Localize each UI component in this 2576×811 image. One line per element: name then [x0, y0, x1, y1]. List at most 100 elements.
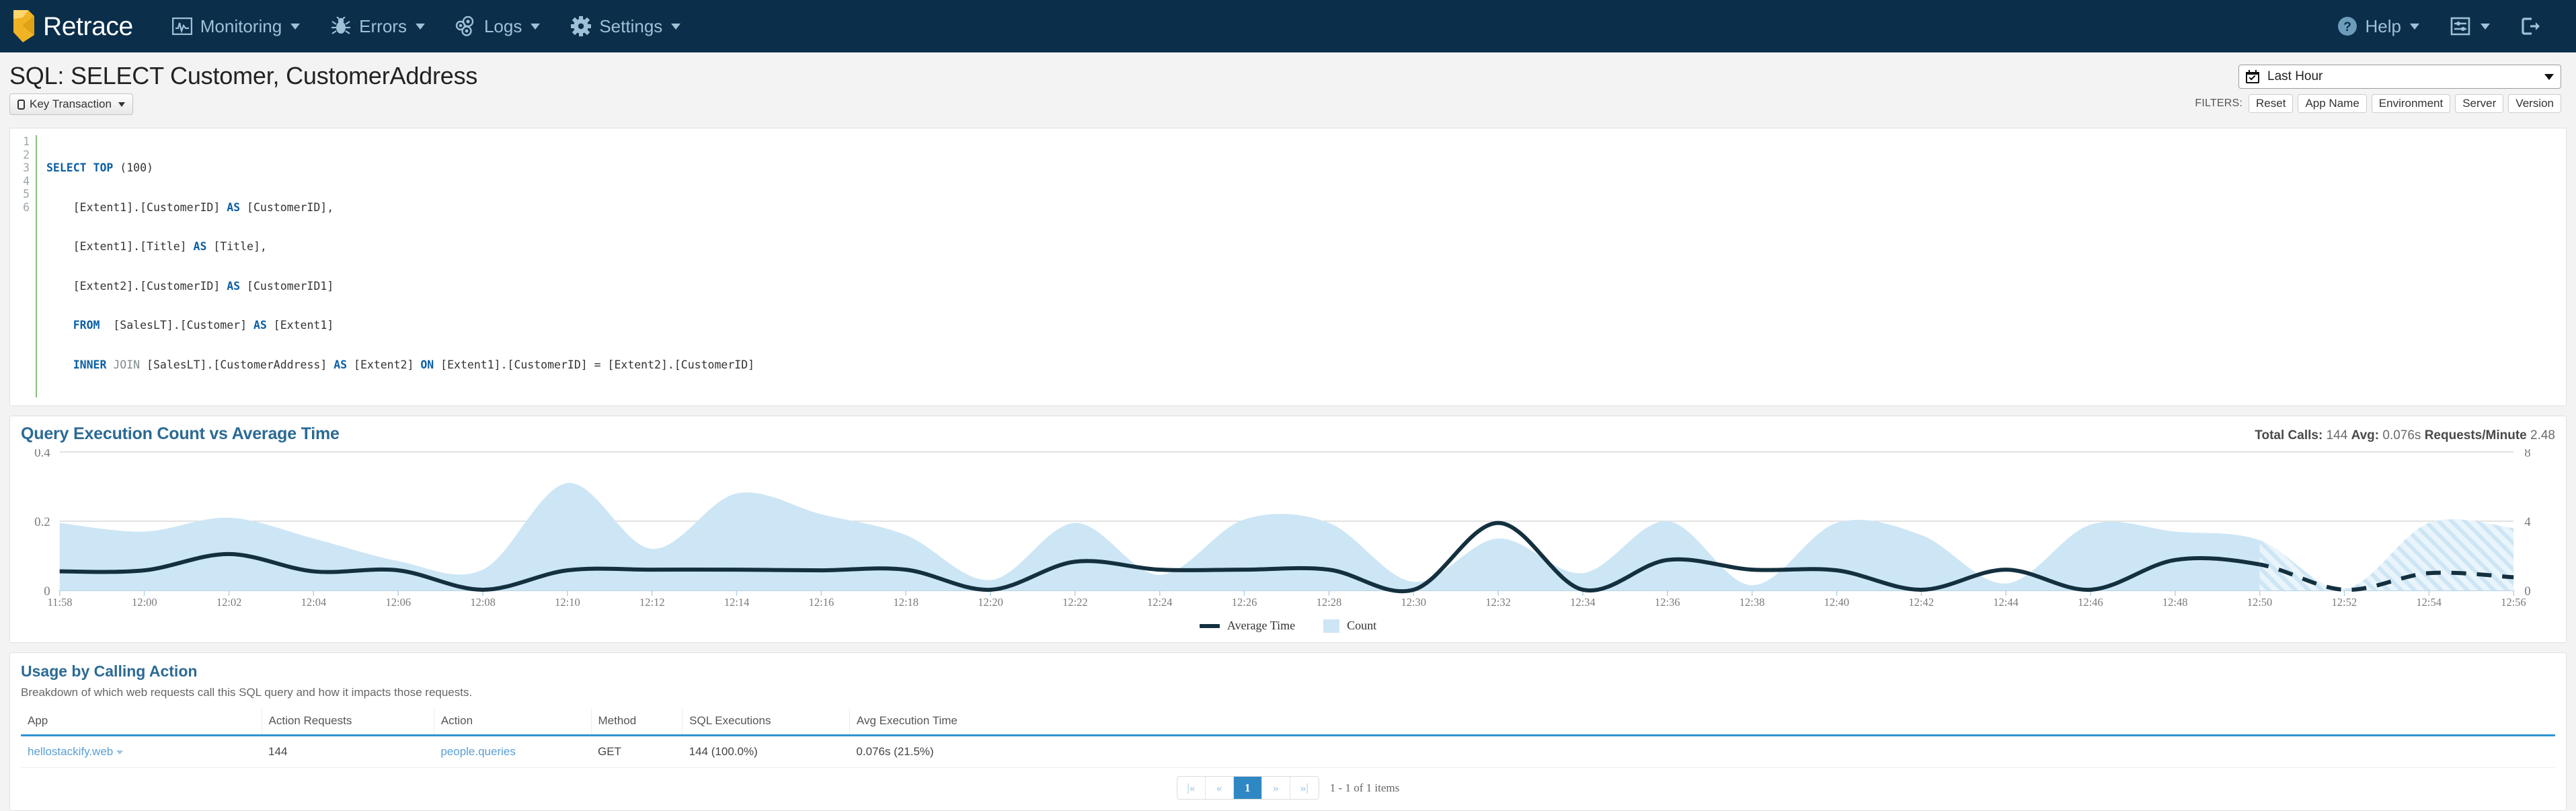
x-axis-tick-label: 12:22	[1062, 596, 1088, 609]
chevron-down-icon	[531, 23, 541, 30]
x-axis-tick-label: 12:00	[132, 596, 157, 609]
time-range-select[interactable]: Last Hour	[2238, 65, 2561, 89]
sql-line: FROM [SalesLT].[Customer] AS [Extent1]	[73, 319, 334, 332]
column-header-sql-executions[interactable]: SQL Executions	[682, 709, 850, 736]
x-axis-tick-label: 12:32	[1485, 596, 1511, 609]
sql-line: [Extent2].[CustomerID] AS [CustomerID1]	[46, 279, 334, 293]
chevron-down-icon	[290, 23, 301, 30]
nav-item-monitoring[interactable]: Monitoring	[156, 8, 315, 44]
secondary-nav: ? Help	[2321, 8, 2557, 44]
cell-avg-execution-time: 0.076s (21.5%)	[849, 735, 2555, 768]
nav-item-monitoring-label: Monitoring	[200, 15, 282, 36]
x-axis-tick-label: 12:44	[1993, 596, 2019, 609]
x-axis-tick-label: 12:08	[470, 596, 496, 609]
pagination-prev-button[interactable]: «	[1205, 777, 1234, 799]
brand-logo[interactable]: Retrace	[12, 9, 133, 43]
filter-reset-button[interactable]: Reset	[2249, 94, 2294, 113]
x-axis-tick-label: 12:38	[1739, 596, 1765, 609]
chart-summary-stats: Total Calls: 144 Avg: 0.076s Requests/Mi…	[2255, 428, 2555, 443]
nav-item-logs-label: Logs	[483, 15, 522, 36]
avg-value: 0.076s	[2382, 428, 2421, 442]
x-axis-tick-label: 12:02	[216, 596, 242, 609]
usage-table: App Action Requests Action Method SQL Ex…	[21, 709, 2555, 768]
nav-item-settings[interactable]: Settings	[555, 8, 695, 44]
x-axis-tick-label: 12:52	[2331, 596, 2357, 609]
nav-item-logout[interactable]	[2505, 8, 2557, 44]
column-header-app[interactable]: App	[21, 709, 262, 736]
app-link[interactable]: hellostackify.web	[28, 745, 113, 758]
count-area-actual	[59, 483, 2260, 590]
filter-environment-button[interactable]: Environment	[2371, 94, 2451, 113]
sliders-icon	[2449, 15, 2472, 38]
x-axis-tick-label: 12:30	[1401, 596, 1427, 609]
key-transaction-button[interactable]: Key Transaction	[9, 93, 133, 116]
primary-nav: Monitoring Errors Logs Settings	[156, 8, 696, 44]
x-axis-tick-label: 12:10	[555, 596, 580, 609]
retrace-logo-icon	[12, 9, 35, 43]
y-axis-left-tick-label: 0.4	[34, 449, 50, 460]
usage-by-calling-action-card: Usage by Calling Action Breakdown of whi…	[9, 652, 2567, 811]
column-header-action[interactable]: Action	[433, 709, 591, 736]
pagination-last-button[interactable]: »|	[1290, 777, 1319, 799]
nav-item-logs[interactable]: Logs	[440, 8, 555, 44]
chevron-down-icon[interactable]	[116, 750, 124, 755]
chart-title: Query Execution Count vs Average Time	[21, 424, 340, 443]
total-calls-value: 144	[2326, 428, 2348, 442]
chart-header: Query Execution Count vs Average Time To…	[21, 424, 2555, 444]
y-axis-right-tick-label: 4	[2524, 515, 2531, 529]
chart-legend: Average Time Count	[21, 619, 2555, 635]
chevron-down-icon	[2481, 23, 2490, 30]
x-axis-tick-label: 12:12	[639, 596, 665, 609]
question-circle-icon: ?	[2336, 15, 2359, 38]
nav-item-errors-label: Errors	[359, 15, 407, 36]
x-axis-tick-label: 12:56	[2501, 596, 2526, 609]
x-axis-tick-label: 12:40	[1824, 596, 1850, 609]
column-header-action-requests[interactable]: Action Requests	[261, 709, 434, 736]
filter-server-button[interactable]: Server	[2455, 94, 2504, 113]
sql-line: [Extent1].[CustomerID] AS [CustomerID],	[46, 200, 334, 214]
x-axis-tick-label: 12:36	[1654, 596, 1680, 609]
avg-label: Avg:	[2351, 428, 2380, 442]
x-axis-tick-label: 12:28	[1316, 596, 1342, 609]
line-number: 1	[23, 135, 30, 148]
table-row: hellostackify.web 144 people.queries GET…	[21, 735, 2555, 768]
page-header: SQL: SELECT Customer, CustomerAddress Ke…	[0, 52, 2576, 128]
sql-line: [Extent1].[Title] AS [Title],	[46, 240, 267, 253]
x-axis-tick-label: 12:48	[2162, 596, 2188, 609]
bug-icon	[329, 15, 352, 38]
rpm-value: 2.48	[2530, 428, 2555, 442]
y-axis-left-tick-label: 0	[44, 584, 50, 596]
usage-title: Usage by Calling Action	[21, 662, 198, 680]
tag-icon	[17, 99, 25, 110]
x-axis-tick-label: 12:04	[301, 596, 327, 609]
cell-sql-executions: 144 (100.0%)	[682, 735, 850, 768]
x-axis-tick-label: 12:24	[1146, 596, 1173, 609]
filter-version-button[interactable]: Version	[2508, 94, 2561, 113]
line-number: 4	[23, 174, 30, 188]
column-header-avg-execution-time[interactable]: Avg Execution Time	[849, 709, 2555, 736]
column-header-method[interactable]: Method	[590, 709, 682, 736]
total-calls-label: Total Calls:	[2255, 428, 2323, 442]
filter-app-name-button[interactable]: App Name	[2298, 94, 2367, 113]
filters-bar: FILTERS: Reset App Name Environment Serv…	[2195, 94, 2561, 113]
legend-item-count[interactable]: Count	[1323, 619, 1376, 633]
execution-count-vs-time-chart[interactable]: 0 0.2 0.4 0 4 8	[21, 449, 2555, 596]
pagination-first-button[interactable]: |«	[1177, 777, 1206, 799]
sql-line-numbers: 1 2 3 4 5 6	[19, 135, 37, 397]
nav-item-help[interactable]: ? Help	[2321, 8, 2434, 44]
key-transaction-label: Key Transaction	[30, 98, 112, 111]
sql-query-card: 1 2 3 4 5 6 SELECT TOP (100) [Extent1].[…	[9, 128, 2567, 406]
gear-icon	[570, 15, 592, 38]
page-title: SQL: SELECT Customer, CustomerAddress	[9, 62, 478, 89]
calendar-check-icon	[2246, 70, 2259, 83]
sql-code-lines: SELECT TOP (100) [Extent1].[CustomerID] …	[37, 135, 754, 397]
line-number: 3	[23, 161, 30, 174]
action-link[interactable]: people.queries	[440, 745, 516, 758]
nav-item-preferences[interactable]	[2434, 8, 2505, 44]
chart-plot-area[interactable]: 0 0.2 0.4 0 4 8	[21, 449, 2555, 596]
nav-item-errors[interactable]: Errors	[315, 8, 440, 44]
pagination-next-button[interactable]: »	[1261, 777, 1290, 799]
brand-name: Retrace	[43, 11, 133, 41]
legend-item-average-time[interactable]: Average Time	[1199, 619, 1295, 633]
pagination-page-1[interactable]: 1	[1233, 777, 1262, 799]
